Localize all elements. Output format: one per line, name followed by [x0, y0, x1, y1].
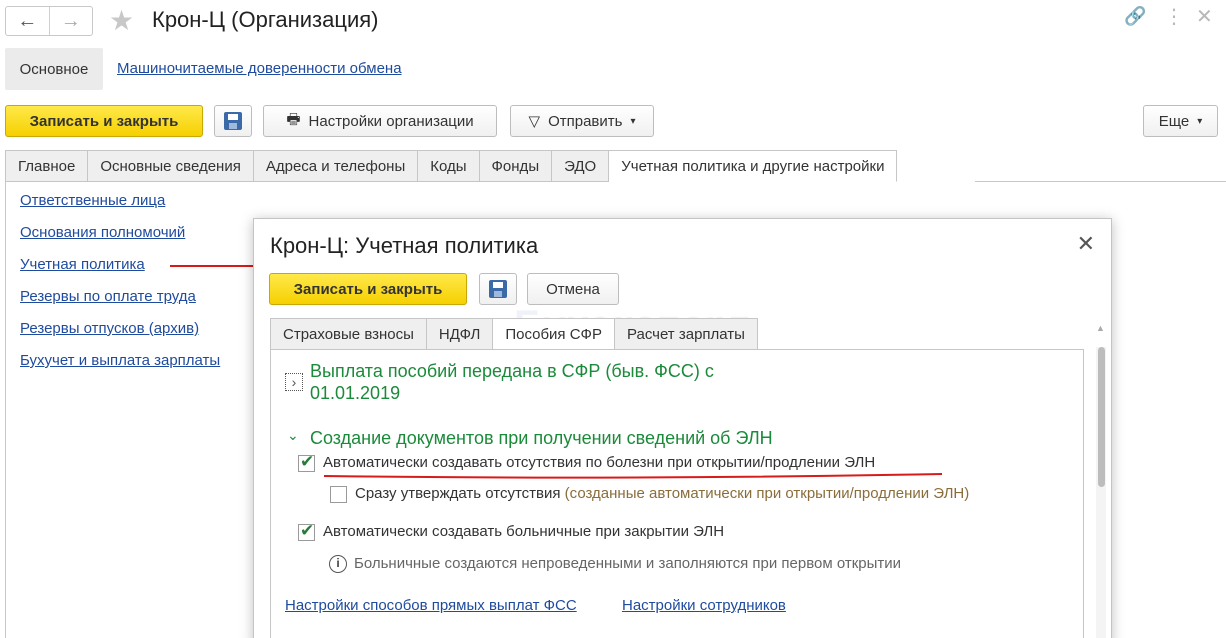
info-icon: i — [329, 555, 347, 573]
tab-basic-info[interactable]: Основные сведения — [88, 150, 254, 182]
dialog-close-icon[interactable]: ✕ — [1077, 231, 1095, 257]
history-nav: ← → — [5, 6, 93, 36]
group-benefits-line1: Выплата пособий передана в СФР (быв. ФСС… — [310, 361, 714, 381]
dialog-tabs: Страховые взносы НДФЛ Пособия СФР Расчет… — [270, 318, 758, 350]
link-payroll-reserves[interactable]: Резервы по оплате труда — [20, 288, 196, 305]
send-label: Отправить — [548, 112, 623, 130]
tab-benefits[interactable]: Пособия СФР — [493, 318, 615, 350]
printer-icon: 🖶 — [286, 110, 301, 128]
tab-insurance[interactable]: Страховые взносы — [270, 318, 427, 350]
expand-icon[interactable]: › — [285, 373, 303, 391]
accounting-policy-dialog: Крон-Ц: Учетная политика ✕ Записать и за… — [253, 218, 1112, 638]
option2-label[interactable]: Сразу утверждать отсутствия (созданные а… — [355, 485, 969, 502]
tab-panel-border-left — [5, 181, 6, 638]
link-accounting-policy[interactable]: Учетная политика — [20, 256, 145, 273]
more-button[interactable]: Еще ▾ — [1143, 105, 1218, 137]
org-settings-label: Настройки организации — [308, 112, 474, 130]
more-label: Еще — [1158, 112, 1190, 130]
save-button[interactable] — [214, 105, 252, 137]
favorite-star-icon[interactable]: ★ — [109, 4, 134, 37]
chevron-down-icon: ▾ — [630, 115, 636, 127]
chevron-down-icon[interactable]: ⌄ — [287, 427, 299, 444]
link-responsible-persons[interactable]: Ответственные лица — [20, 192, 165, 209]
dialog-save-button[interactable] — [479, 273, 517, 305]
org-settings-button[interactable]: 🖶 Настройки организации — [263, 105, 497, 137]
save-close-button[interactable]: Записать и закрыть — [5, 105, 203, 137]
more-icon[interactable]: ⋮ — [1164, 4, 1184, 29]
scroll-up-icon[interactable]: ▲ — [1096, 323, 1105, 333]
option3-checkbox[interactable] — [298, 521, 315, 541]
tab-main[interactable]: Главное — [5, 150, 89, 182]
option2-hint: (созданные автоматически при открытии/пр… — [564, 485, 970, 502]
link-direct-payment-settings[interactable]: Настройки способов прямых выплат ФСС — [285, 597, 577, 614]
window-title: Крон-Ц (Организация) — [152, 7, 379, 32]
close-icon[interactable]: ✕ — [1196, 4, 1213, 29]
section-link-power-of-attorney[interactable]: Машиночитаемые доверенности обмена — [117, 60, 402, 77]
dialog-save-close-button[interactable]: Записать и закрыть — [269, 273, 467, 305]
option2-text: Сразу утверждать отсутствия — [355, 485, 561, 502]
scrollbar-thumb[interactable] — [1098, 347, 1105, 487]
option1-checkbox[interactable] — [298, 452, 315, 472]
save-disk-icon — [224, 112, 242, 130]
tab-panel-border — [975, 181, 1226, 182]
tab-funds[interactable]: Фонды — [479, 150, 553, 182]
link-authority-grounds[interactable]: Основания полномочий — [20, 224, 185, 241]
tab-ndfl[interactable]: НДФЛ — [426, 318, 494, 350]
group-benefits-transferred[interactable]: Выплата пособий передана в СФР (быв. ФСС… — [310, 360, 780, 404]
option2-checkbox[interactable] — [330, 486, 347, 503]
chevron-down-icon: ▾ — [1197, 115, 1203, 127]
group-benefits-line2: 01.01.2019 — [310, 383, 401, 403]
annotation-underline — [323, 473, 943, 479]
section-main[interactable]: Основное — [5, 48, 103, 90]
link-employee-settings[interactable]: Настройки сотрудников — [622, 597, 786, 614]
back-arrow-icon[interactable]: ← — [6, 7, 49, 35]
link-icon[interactable]: 🔗 — [1124, 6, 1146, 27]
link-vacation-reserves[interactable]: Резервы отпусков (архив) — [20, 320, 199, 337]
tab-payroll[interactable]: Расчет зарплаты — [614, 318, 758, 350]
dialog-cancel-button[interactable]: Отмена — [527, 273, 619, 305]
main-tabs: Главное Основные сведения Адреса и телеф… — [5, 150, 898, 182]
forward-arrow-icon[interactable]: → — [48, 7, 93, 35]
link-accounting-payroll[interactable]: Бухучет и выплата зарплаты — [20, 352, 220, 369]
send-icon: ▽ — [528, 113, 541, 130]
tab-edo[interactable]: ЭДО — [552, 150, 610, 182]
tab-accounting-policy[interactable]: Учетная политика и другие настройки — [609, 150, 898, 182]
dialog-title: Крон-Ц: Учетная политика — [270, 233, 539, 258]
info-text: Больничные создаются непроведенными и за… — [354, 555, 902, 572]
send-button[interactable]: ▽ Отправить ▾ — [510, 105, 654, 137]
tab-addresses[interactable]: Адреса и телефоны — [253, 150, 419, 182]
save-disk-icon — [489, 280, 507, 298]
group-eln-documents[interactable]: Создание документов при получении сведен… — [310, 427, 773, 449]
option3-label[interactable]: Автоматически создавать больничные при з… — [323, 523, 724, 540]
tab-codes[interactable]: Коды — [418, 150, 480, 182]
